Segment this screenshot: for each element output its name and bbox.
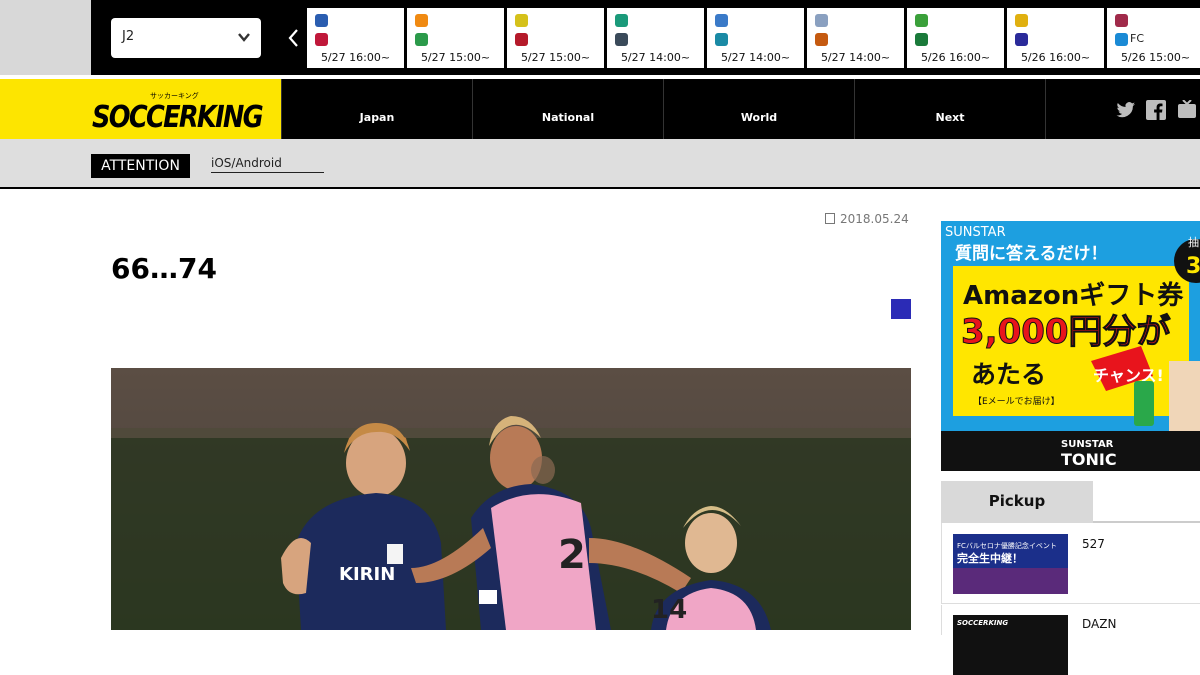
nav-item-national[interactable]: National: [472, 79, 663, 139]
svg-text:SUNSTAR: SUNSTAR: [945, 225, 1006, 240]
article-title: 66…74: [111, 252, 217, 285]
team-crest-icon: [615, 33, 628, 46]
pickup-tabs: Pickup: [941, 481, 1200, 523]
nav-item-next[interactable]: Next: [854, 79, 1045, 139]
svg-text:完全生中継！: 完全生中継！: [957, 551, 1023, 565]
pickup-item-text: DAZN: [1082, 617, 1117, 631]
team-crest-icon: [515, 33, 528, 46]
team-crest-icon: [1115, 14, 1128, 27]
nav-item-japan[interactable]: Japan: [281, 79, 472, 139]
ticker-left-spacer: [0, 0, 91, 75]
team-crest-icon: [1015, 14, 1028, 27]
match-card[interactable]: 5/26 16:00~: [907, 8, 1004, 68]
attention-link[interactable]: iOS/Android: [211, 156, 324, 173]
tv-icon[interactable]: [1177, 100, 1197, 120]
team-name: FC: [1130, 32, 1145, 45]
svg-text:サッカーキング: サッカーキング: [150, 91, 199, 100]
match-card[interactable]: FC 5/26 15:00~: [1107, 8, 1200, 68]
match-time: 5/27 16:00~: [320, 51, 391, 64]
svg-text:【Eメールでお届け】: 【Eメールでお届け】: [973, 396, 1060, 407]
svg-text:3,000円分が: 3,000円分が: [961, 312, 1171, 352]
pickup-item-text: 527: [1082, 537, 1105, 551]
team-crest-icon: [615, 14, 628, 27]
twitter-icon[interactable]: [1116, 100, 1136, 120]
team-crest-icon: [315, 14, 328, 27]
svg-text:あたる: あたる: [971, 360, 1046, 389]
pickup-thumbnail: SOCCERKING: [953, 615, 1068, 675]
article-date: 2018.05.24: [825, 212, 909, 226]
soccerking-logo[interactable]: サッカーキング SOCCERKING: [90, 87, 265, 133]
league-select-value: J2: [122, 29, 135, 44]
article-date-text: 2018.05.24: [840, 212, 909, 226]
team-crest-icon: [415, 33, 428, 46]
match-card[interactable]: 5/27 15:00~: [407, 8, 504, 68]
calendar-icon: [825, 213, 835, 224]
match-time: 5/26 15:00~: [1120, 51, 1191, 64]
match-time: 5/27 14:00~: [820, 51, 891, 64]
nav-item-label: Japan: [359, 111, 395, 124]
svg-text:3: 3: [1186, 254, 1200, 279]
team-crest-icon: [315, 33, 328, 46]
nav-item-label: Next: [935, 111, 965, 124]
nav-divider: [1045, 79, 1046, 139]
team-crest-icon: [1015, 33, 1028, 46]
svg-text:14: 14: [651, 595, 687, 625]
article-photo: KIRIN 2 14: [111, 368, 911, 630]
team-crest-icon: [715, 33, 728, 46]
match-time: 5/27 14:00~: [620, 51, 691, 64]
sunstar-ad-banner[interactable]: SUNSTAR 質問に答えるだけ！ Amazonギフト券 3,000円分が あた…: [941, 221, 1200, 471]
pickup-item[interactable]: SOCCERKING DAZN: [941, 605, 1200, 675]
nav-item-world[interactable]: World: [663, 79, 854, 139]
pickup-thumbnail: FCバルセロナ優勝記念イベント 完全生中継！: [953, 534, 1068, 594]
chevron-down-icon: [238, 33, 250, 42]
match-time: 5/26 16:00~: [920, 51, 991, 64]
svg-text:Amazonギフト券: Amazonギフト券: [963, 281, 1184, 311]
team-crest-icon: [1115, 33, 1128, 46]
nav-item-label: World: [740, 111, 778, 124]
svg-text:抽: 抽: [1188, 235, 1199, 249]
svg-text:FCバルセロナ優勝記念イベント: FCバルセロナ優勝記念イベント: [957, 541, 1057, 550]
team-crest-icon: [415, 14, 428, 27]
chevron-left-icon[interactable]: [285, 27, 303, 49]
category-badge[interactable]: [891, 299, 911, 319]
team-crest-icon: [815, 33, 828, 46]
match-card[interactable]: 5/27 14:00~: [607, 8, 704, 68]
team-crest-icon: [915, 14, 928, 27]
logo-area[interactable]: サッカーキング SOCCERKING: [0, 79, 281, 139]
svg-text:SOCCERKING: SOCCERKING: [957, 619, 1008, 627]
pickup-item[interactable]: FCバルセロナ優勝記念イベント 完全生中継！ 527: [941, 523, 1200, 604]
match-card[interactable]: 5/27 15:00~: [507, 8, 604, 68]
match-card[interactable]: 5/27 16:00~: [307, 8, 404, 68]
team-crest-icon: [715, 14, 728, 27]
match-time: 5/27 15:00~: [420, 51, 491, 64]
nav-item-label: National: [541, 111, 595, 124]
team-crest-icon: [515, 14, 528, 27]
team-crest-icon: [915, 33, 928, 46]
attention-label: ATTENTION: [91, 154, 190, 178]
svg-text:SUNSTAR: SUNSTAR: [1061, 439, 1114, 450]
league-select[interactable]: J2: [111, 18, 261, 58]
team-crest-icon: [815, 14, 828, 27]
match-time: 5/27 15:00~: [520, 51, 591, 64]
facebook-icon[interactable]: [1146, 100, 1166, 120]
match-time: 5/26 16:00~: [1020, 51, 1091, 64]
match-card[interactable]: 5/27 14:00~: [707, 8, 804, 68]
svg-text:2: 2: [558, 532, 586, 578]
svg-text:質問に答えるだけ！: 質問に答えるだけ！: [955, 243, 1108, 264]
svg-text:TONIC: TONIC: [1061, 450, 1117, 469]
match-card[interactable]: 5/26 16:00~: [1007, 8, 1104, 68]
svg-text:KIRIN: KIRIN: [339, 564, 395, 585]
match-card[interactable]: 5/27 14:00~: [807, 8, 904, 68]
match-time: 5/27 14:00~: [720, 51, 791, 64]
tab-pickup[interactable]: Pickup: [941, 481, 1093, 523]
svg-text:SOCCERKING: SOCCERKING: [92, 100, 263, 133]
